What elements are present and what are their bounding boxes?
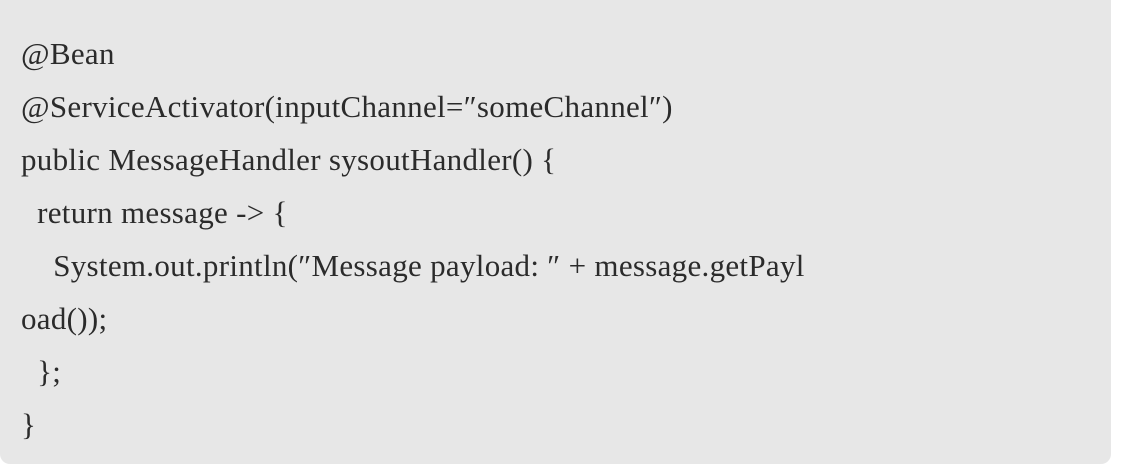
code-line: System.out.println(″Message payload: ″ +… (21, 248, 805, 283)
code-line: }; (21, 354, 62, 389)
code-line: return message -> { (21, 195, 288, 230)
code-block: @Bean @ServiceActivator(inputChannel=″so… (0, 0, 1111, 464)
code-line: public MessageHandler sysoutHandler() { (21, 142, 557, 177)
code-line: } (21, 407, 37, 442)
code-line: oad()); (21, 301, 108, 336)
code-line: @Bean (21, 36, 115, 71)
code-line: @ServiceActivator(inputChannel=″someChan… (21, 89, 673, 124)
